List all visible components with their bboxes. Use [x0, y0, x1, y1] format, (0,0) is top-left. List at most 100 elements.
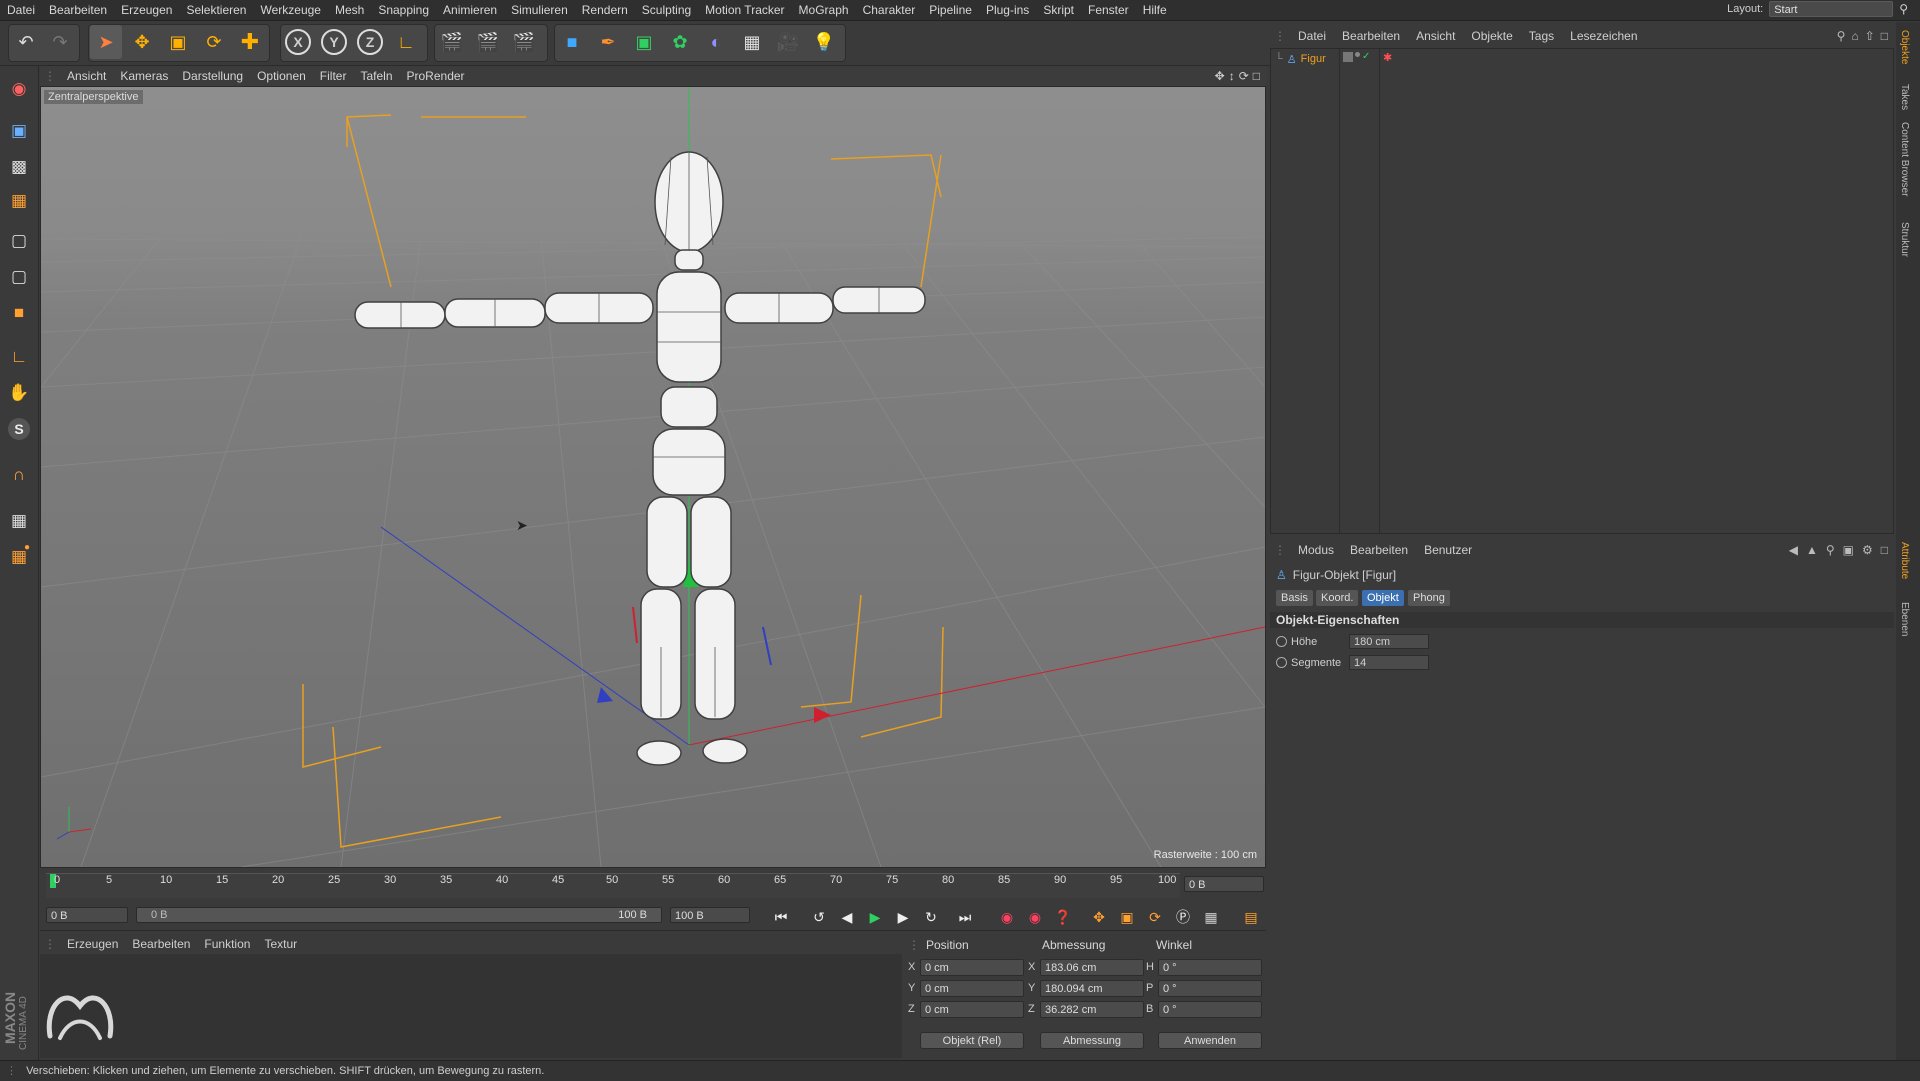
attr-menu-bearbeiten[interactable]: Bearbeiten	[1342, 543, 1416, 557]
param-value-field[interactable]: 180 cm	[1349, 634, 1429, 649]
home-icon[interactable]: ⌂	[1851, 29, 1858, 43]
key-pla-icon[interactable]: ▦	[1200, 906, 1222, 928]
auto-key-icon[interactable]: ◉	[1024, 906, 1046, 928]
obj-menu-lesezeichen[interactable]: Lesezeichen	[1562, 29, 1645, 43]
vp-menu-kameras[interactable]: Kameras	[113, 69, 175, 83]
workplane-mode-icon[interactable]: ▦	[4, 186, 34, 216]
attr-menu-modus[interactable]: Modus	[1290, 543, 1342, 557]
menu-skript[interactable]: Skript	[1036, 3, 1081, 17]
menu-fenster[interactable]: Fenster	[1081, 3, 1136, 17]
select-icon[interactable]: ➤	[90, 25, 122, 59]
pen-icon[interactable]: ✒	[592, 25, 624, 59]
texture-mode-icon[interactable]: ▩	[4, 152, 34, 182]
next-key-icon[interactable]: ↻	[920, 906, 942, 928]
layout-dropdown[interactable]: Start	[1769, 1, 1894, 17]
obj-menu-ansicht[interactable]: Ansicht	[1408, 29, 1463, 43]
x-axis-icon[interactable]: X	[282, 25, 314, 59]
size-z-field[interactable]: 36.282 cm	[1040, 1001, 1144, 1018]
tag-icon[interactable]: ✱	[1383, 51, 1392, 64]
side-tab-objekte[interactable]: Objekte	[1899, 30, 1910, 64]
subdivision-icon[interactable]: ▣	[628, 25, 660, 59]
rot-h-field[interactable]: 0 °	[1158, 959, 1262, 976]
camera-icon[interactable]: 🎥	[772, 25, 804, 59]
menu-werkzeuge[interactable]: Werkzeuge	[253, 3, 327, 17]
material-manager-area[interactable]: MAXON CINEMA 4D	[2, 954, 902, 1058]
side-tab-ebenen[interactable]: Ebenen	[1899, 602, 1910, 636]
object-name[interactable]: Figur	[1301, 53, 1326, 65]
snapping-icon[interactable]: S	[4, 414, 34, 444]
zoom-view-icon[interactable]: ↕	[1229, 69, 1235, 83]
side-tab-attribute[interactable]: Attribute	[1899, 542, 1910, 579]
apply-button[interactable]: Anwenden	[1158, 1032, 1262, 1049]
vp-menu-prorender[interactable]: ProRender	[400, 69, 472, 83]
z-axis-icon[interactable]: Z	[354, 25, 386, 59]
record-keys-icon[interactable]: ◉	[996, 906, 1018, 928]
go-to-start-icon[interactable]: ⏮	[770, 906, 792, 928]
make-editable-icon[interactable]: ◉	[4, 74, 34, 104]
menu-motion-tracker[interactable]: Motion Tracker	[698, 3, 791, 17]
next-frame-icon[interactable]: ▶	[892, 906, 914, 928]
rot-p-field[interactable]: 0 °	[1158, 980, 1262, 997]
search-icon[interactable]: ⚲	[1899, 2, 1908, 16]
perspective-label[interactable]: Zentralperspektive	[44, 90, 143, 104]
side-tab-struktur[interactable]: Struktur	[1899, 222, 1910, 257]
new-window-icon[interactable]: □	[1881, 543, 1888, 557]
obj-menu-bearbeiten[interactable]: Bearbeiten	[1334, 29, 1408, 43]
menu-animieren[interactable]: Animieren	[436, 3, 504, 17]
menu-simulieren[interactable]: Simulieren	[504, 3, 575, 17]
menu-plug-ins[interactable]: Plug-ins	[979, 3, 1036, 17]
mat-menu-textur[interactable]: Textur	[257, 937, 304, 951]
tweak-mode-icon[interactable]: ✋	[4, 378, 34, 408]
key-parameter-icon[interactable]: Ⓟ	[1172, 906, 1194, 928]
render-view-icon[interactable]: 🎬	[436, 25, 468, 59]
pos-y-field[interactable]: 0 cm	[920, 980, 1024, 997]
new-window-icon[interactable]: □	[1881, 29, 1888, 43]
render-picture-viewer-icon[interactable]: 🎬	[472, 25, 504, 59]
vp-menu-filter[interactable]: Filter	[313, 69, 354, 83]
edges-mode-icon[interactable]: ▢	[4, 262, 34, 292]
rot-b-field[interactable]: 0 °	[1158, 1001, 1262, 1018]
keyframe-selection-icon[interactable]: ❓	[1052, 906, 1074, 928]
key-rotation-icon[interactable]: ⟳	[1144, 906, 1166, 928]
lock-icon[interactable]: ▣	[1843, 543, 1854, 557]
prev-frame-icon[interactable]: ◀	[836, 906, 858, 928]
axis-mode-icon[interactable]: ∟	[4, 342, 34, 372]
pos-z-field[interactable]: 0 cm	[920, 1001, 1024, 1018]
timeline-ruler[interactable]: 0 5 10 15 20 25 30 35 40 45 50 55 60 65 …	[40, 870, 1266, 900]
undo-icon[interactable]: ↶	[10, 25, 42, 59]
mat-menu-erzeugen[interactable]: Erzeugen	[60, 937, 125, 951]
vp-menu-optionen[interactable]: Optionen	[250, 69, 313, 83]
size-y-field[interactable]: 180.094 cm	[1040, 980, 1144, 997]
current-frame-field[interactable]: 0 B	[1184, 876, 1264, 892]
param-radio-icon[interactable]	[1276, 636, 1287, 647]
object-row[interactable]: └ ♙ Figur	[1275, 51, 1326, 67]
menu-bearbeiten[interactable]: Bearbeiten	[42, 3, 114, 17]
menu-erzeugen[interactable]: Erzeugen	[114, 3, 179, 17]
vp-menu-darstellung[interactable]: Darstellung	[175, 69, 250, 83]
menu-pipeline[interactable]: Pipeline	[922, 3, 979, 17]
menu-selektieren[interactable]: Selektieren	[179, 3, 253, 17]
render-settings-icon[interactable]: 🎬	[508, 25, 540, 59]
cloner-icon[interactable]: ✿	[664, 25, 696, 59]
gizmo-x-handle[interactable]	[814, 707, 831, 723]
rotate-view-icon[interactable]: ⟳	[1239, 69, 1249, 83]
size-x-field[interactable]: 183.06 cm	[1040, 959, 1144, 976]
side-tab-takes[interactable]: Takes	[1899, 84, 1910, 110]
menu-hilfe[interactable]: Hilfe	[1136, 3, 1174, 17]
menu-snapping[interactable]: Snapping	[371, 3, 436, 17]
timeline-window-icon[interactable]: ▤	[1240, 906, 1262, 928]
key-scale-icon[interactable]: ▣	[1116, 906, 1138, 928]
mat-menu-bearbeiten[interactable]: Bearbeiten	[125, 937, 197, 951]
search-icon[interactable]: ⚲	[1837, 29, 1846, 43]
floor-icon[interactable]: ▦	[736, 25, 768, 59]
deformer-icon[interactable]: ◐	[700, 25, 732, 59]
range-slider[interactable]: 0 B 100 B	[136, 907, 662, 923]
end-frame-field[interactable]: 100 B	[670, 907, 750, 923]
mat-menu-funktion[interactable]: Funktion	[197, 937, 257, 951]
obj-menu-tags[interactable]: Tags	[1521, 29, 1562, 43]
maximize-view-icon[interactable]: □	[1253, 69, 1260, 83]
size-mode-dropdown[interactable]: Abmessung	[1040, 1032, 1144, 1049]
up-arrow-icon[interactable]: ▲	[1806, 543, 1818, 557]
add-icon[interactable]: ✚	[234, 25, 266, 59]
vp-menu-tafeln[interactable]: Tafeln	[353, 69, 399, 83]
